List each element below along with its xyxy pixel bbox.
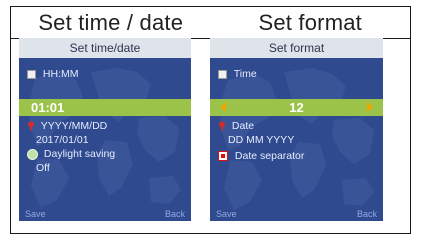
daylight-saving-row[interactable]: Daylight saving (27, 148, 115, 160)
pin-icon (218, 121, 226, 132)
time-format-selector[interactable]: 12 (210, 99, 383, 116)
header-left-title: Set time / date (38, 10, 184, 35)
header: Set time / date Set format (11, 7, 410, 39)
time-value: 01:01 (31, 100, 65, 115)
left-screen-title: Set time/date (19, 38, 191, 58)
triangle-right-icon[interactable] (367, 102, 373, 112)
square-icon (218, 69, 227, 79)
time-format-row[interactable]: Time (218, 68, 257, 80)
date-format-row[interactable]: Date (218, 120, 254, 132)
square-icon (27, 69, 36, 79)
softkey-right[interactable]: Back (357, 209, 377, 219)
red-checkbox-icon (218, 151, 228, 162)
pin-icon (27, 121, 35, 132)
date-separator-label: Date separator (234, 150, 305, 162)
date-format-value: DD MM YYYY (228, 134, 295, 146)
time-format-label: Time (233, 68, 257, 80)
left-device-screen: Set time/date HH:MM 01:01 YYYY/MM/DD 201… (19, 38, 191, 221)
time-value-highlight[interactable]: 01:01 (19, 99, 191, 116)
right-screen-title: Set format (210, 38, 383, 58)
softkey-left[interactable]: Save (25, 209, 46, 219)
right-device-screen: Set format Time 12 Date DD MM YYYY Date … (210, 38, 383, 221)
date-format-label: YYYY/MM/DD (40, 120, 108, 132)
date-format-row[interactable]: YYYY/MM/DD (27, 120, 107, 132)
date-value: 2017/01/01 (36, 134, 89, 146)
header-right-title: Set format (258, 10, 362, 35)
date-separator-row[interactable]: Date separator (218, 150, 304, 162)
daylight-saving-value: Off (36, 162, 50, 174)
daylight-saving-label: Daylight saving (43, 148, 116, 160)
softkey-left[interactable]: Save (216, 209, 237, 219)
softkey-right[interactable]: Back (165, 209, 185, 219)
time-format-value: 12 (289, 100, 304, 115)
circle-icon (27, 148, 38, 160)
time-format-row[interactable]: HH:MM (27, 68, 79, 80)
date-format-label: Date (231, 120, 255, 132)
time-format-label: HH:MM (42, 68, 79, 80)
